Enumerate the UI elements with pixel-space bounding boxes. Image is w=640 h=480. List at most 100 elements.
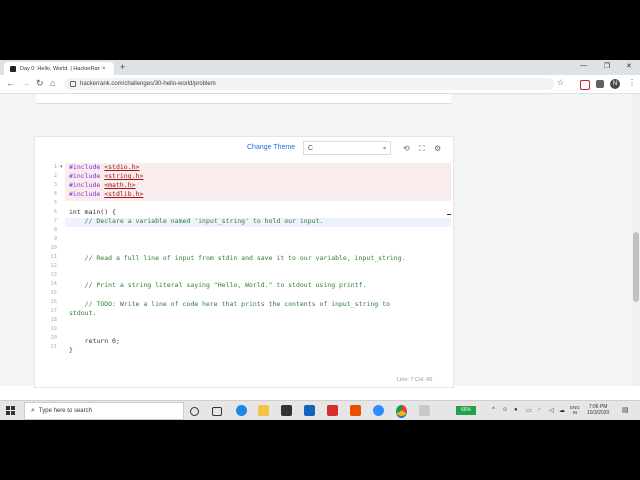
history-icon[interactable]: ⟲ — [403, 144, 410, 153]
mcafee-icon[interactable] — [327, 405, 338, 416]
minimize-icon[interactable]: — — [580, 62, 587, 69]
chevron-down-icon: ▾ — [382, 146, 386, 152]
page-scrollbar-thumb[interactable] — [633, 232, 639, 302]
bookmark-star-icon[interactable]: ☆ — [557, 78, 564, 87]
chrome-icon[interactable] — [396, 405, 407, 418]
taskbar-search[interactable]: ⌕ Type here to search — [24, 402, 184, 420]
line-number: 5 — [53, 200, 57, 206]
notification-icon[interactable]: ▤ — [622, 406, 629, 414]
editor-toolbar: Change Theme C ▾ ⟲ ⛶ ⚙ — [35, 137, 453, 161]
battery-meter[interactable]: 66% — [456, 406, 476, 415]
change-theme-link[interactable]: Change Theme — [247, 144, 295, 151]
screen: Day 0: Hello, World. | HackerRan × + — ❐… — [0, 60, 640, 420]
include-header: <math.h> — [104, 181, 136, 189]
line-number: 14 — [50, 281, 57, 287]
line-number: 15 — [50, 290, 57, 296]
code-line-14: // Print a string literal saying "Hello,… — [69, 281, 367, 289]
office-icon[interactable] — [350, 405, 361, 416]
url-text: hackerrank.com/challenges/30-hello-world… — [80, 81, 216, 87]
line-number: 6 — [53, 209, 57, 215]
search-icon: ⌕ — [31, 407, 35, 414]
fullscreen-icon[interactable]: ⛶ — [419, 144, 425, 154]
profile-avatar[interactable]: N — [610, 79, 620, 89]
include-header: <string.h> — [104, 172, 144, 180]
code-line-6: int main() { — [69, 208, 116, 216]
store-icon[interactable] — [281, 405, 292, 416]
line-number: 20 — [50, 335, 57, 341]
edge-icon[interactable] — [236, 405, 247, 416]
preprocessor-keyword: #include — [69, 181, 101, 189]
code-line-4: #include <stdlib.h> — [69, 190, 143, 198]
task-view-icon[interactable] — [212, 407, 222, 416]
reload-icon[interactable]: ↻ — [36, 78, 44, 88]
code-line-16: // TODO: Write a line of code here that … — [69, 300, 390, 308]
include-header: <stdio.h> — [104, 163, 140, 171]
paint-icon[interactable] — [419, 405, 430, 416]
code-line-19: return 0; — [69, 337, 120, 345]
forward-arrow-icon[interactable]: → — [21, 78, 30, 88]
volume-icon[interactable]: ◁ — [549, 407, 554, 414]
page-content: Change Theme C ▾ ⟲ ⛶ ⚙ ▾ 1 2 3 4 5 6 7 8… — [0, 94, 640, 388]
code-line-2: #include <string.h> — [69, 172, 143, 180]
tray-people-icon[interactable]: ☺ — [502, 407, 508, 413]
line-number: 4 — [53, 191, 57, 197]
code-editor-card: Change Theme C ▾ ⟲ ⛶ ⚙ ▾ 1 2 3 4 5 6 7 8… — [34, 136, 454, 388]
code-line-20: } — [69, 346, 73, 354]
line-number: 18 — [50, 317, 57, 323]
tab-close-icon[interactable]: × — [102, 66, 106, 72]
line-number: 19 — [50, 326, 57, 332]
line-number: 17 — [50, 308, 57, 314]
windows-start-icon[interactable] — [6, 406, 16, 416]
text-cursor — [447, 214, 451, 215]
restore-icon[interactable]: ❐ — [604, 62, 610, 70]
line-number: 3 — [53, 182, 57, 188]
window-close-icon[interactable]: ✕ — [626, 62, 632, 70]
chrome-menu-icon[interactable]: ⋮ — [628, 78, 636, 87]
line-number: 10 — [50, 245, 57, 251]
taskbar-clock[interactable]: 7:06 PM 10/3/2020 — [587, 404, 609, 416]
home-icon[interactable]: ⌂ — [50, 78, 55, 88]
network-icon[interactable]: ▭ — [526, 407, 532, 414]
cloud-icon[interactable]: ☁ — [559, 407, 565, 414]
code-line-11: // Read a full line of input from stdin … — [69, 254, 406, 262]
line-number: 1 — [53, 164, 57, 170]
fold-arrow-icon[interactable]: ▾ — [60, 164, 63, 170]
language-select[interactable]: C ▾ — [303, 141, 391, 155]
line-number: 8 — [53, 227, 57, 233]
settings-gear-icon[interactable]: ⚙ — [434, 144, 441, 153]
file-explorer-icon[interactable] — [258, 405, 269, 416]
problem-card-bottom — [36, 94, 451, 104]
line-number: 2 — [53, 173, 57, 179]
new-tab-button[interactable]: + — [120, 63, 125, 72]
line-number: 12 — [50, 263, 57, 269]
code-line-7: // Declare a variable named 'input_strin… — [69, 217, 324, 225]
wifi-icon[interactable]: ◜ — [538, 407, 540, 414]
address-bar[interactable]: hackerrank.com/challenges/30-hello-world… — [64, 78, 564, 90]
line-number: 9 — [53, 236, 57, 242]
mail-icon[interactable] — [304, 405, 315, 416]
line-number: 13 — [50, 272, 57, 278]
windows-taskbar: ⌕ Type here to search 66% ^ ☺ ● ▭ ◜ ◁ ☁ … — [0, 400, 640, 420]
line-number: 7 — [53, 218, 57, 224]
code-line-3: #include <math.h> — [69, 181, 136, 189]
browser-toolbar: ← → ↻ ⌂ hackerrank.com/challenges/30-hel… — [0, 75, 640, 94]
cursor-status: Line: 7 Col: 66 — [397, 377, 433, 383]
code-area[interactable]: ▾ 1 2 3 4 5 6 7 8 9 10 11 12 13 14 15 16… — [35, 163, 451, 373]
line-number: 16 — [50, 299, 57, 305]
input-language[interactable]: ENG IN — [570, 405, 580, 415]
line-number: 11 — [50, 254, 57, 260]
tray-chevron-icon[interactable]: ^ — [492, 407, 495, 413]
cortana-icon[interactable] — [190, 407, 199, 416]
back-arrow-icon[interactable]: ← — [6, 78, 15, 88]
language-value: C — [308, 145, 314, 152]
code-line-16-wrap: stdout. — [69, 309, 97, 317]
extensions-puzzle-icon[interactable] — [596, 80, 604, 88]
line-number: 21 — [50, 344, 57, 350]
include-header: <stdlib.h> — [104, 190, 144, 198]
taskbar-search-placeholder: Type here to search — [38, 408, 92, 414]
extension-shield-icon[interactable] — [580, 80, 590, 90]
browser-tab[interactable]: Day 0: Hello, World. | HackerRan × — [4, 62, 114, 75]
hackerrank-favicon-icon — [10, 65, 16, 72]
microphone-icon[interactable]: ● — [514, 407, 518, 413]
zoom-icon[interactable] — [373, 405, 384, 416]
